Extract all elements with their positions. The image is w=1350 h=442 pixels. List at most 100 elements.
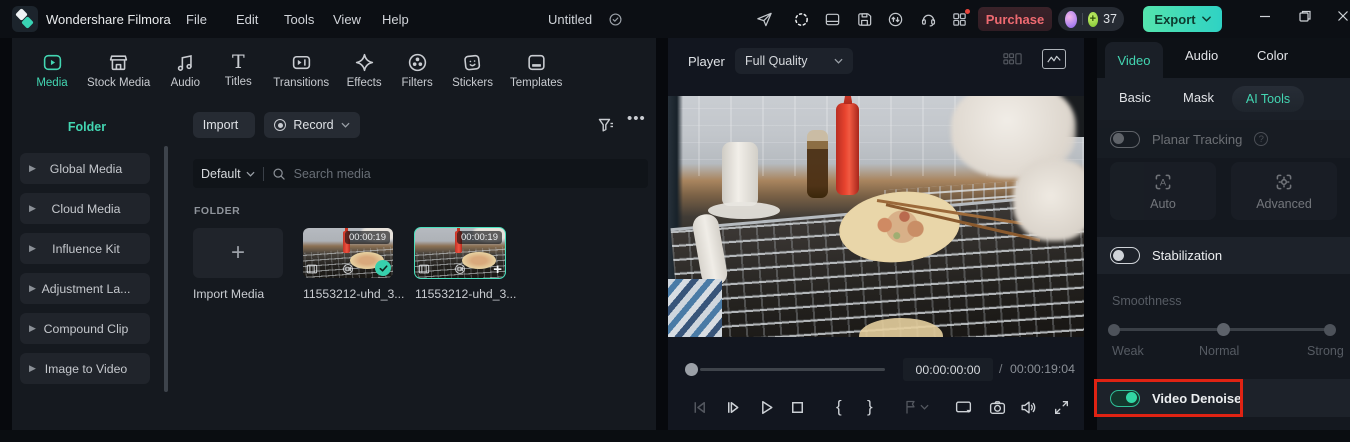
tab-media[interactable]: Media [30,46,74,95]
tab-audio[interactable]: Audio [1185,48,1218,63]
apps-grid-icon[interactable] [951,9,970,28]
export-label: Export [1154,11,1196,27]
mark-out-button[interactable]: } [867,398,873,416]
tab-video[interactable]: Video [1105,42,1163,78]
duration-badge: 00:00:19 [345,231,390,244]
folder-sidebar: Folder ▶ Global Media ▶ Cloud Media ▶ In… [12,108,172,442]
playhead-handle[interactable] [685,363,698,376]
stop-button[interactable] [788,398,807,417]
filmora-app-window: Wondershare Filmora File Edit Tools View… [0,0,1350,442]
tab-effects[interactable]: Effects [342,46,386,95]
sticker-icon [462,52,483,73]
proxy-icon [342,263,354,275]
divider [262,166,264,181]
record-dropdown-button[interactable]: Record [264,112,360,138]
menu-edit[interactable]: Edit [236,12,258,27]
stabilization-toggle[interactable] [1110,247,1140,264]
previous-frame-button [690,398,709,417]
slider-label-normal: Normal [1199,344,1240,358]
multiview-layout-icon[interactable] [1002,51,1023,69]
video-scope-icon[interactable] [1042,49,1066,69]
subtab-ai-tools[interactable]: AI Tools [1232,86,1304,112]
purchase-button[interactable]: Purchase [978,7,1052,31]
current-timecode[interactable]: 00:00:00:00 [903,358,993,381]
tab-stock-media[interactable]: Stock Media [83,46,154,95]
tab-templates[interactable]: Templates [506,46,566,95]
subtab-mask[interactable]: Mask [1183,90,1214,105]
account-pill[interactable]: + 37 [1058,7,1124,31]
minimize-button[interactable] [1258,9,1272,23]
menu-file[interactable]: File [186,12,207,27]
folder-item-global-media[interactable]: ▶ Global Media [20,153,150,184]
subtab-basic[interactable]: Basic [1119,90,1151,105]
mark-in-button[interactable]: { [836,398,842,416]
tab-color[interactable]: Color [1257,48,1288,63]
smoothness-label: Smoothness [1112,294,1182,308]
clip-name: 11553212-uhd_3... [303,287,405,301]
cloud-sync-icon[interactable] [887,11,904,28]
media-clip-thumbnail[interactable]: 00:00:19 [303,228,393,278]
planar-tracking-toggle [1110,130,1140,148]
player-title: Player [688,54,725,69]
quality-dropdown[interactable]: Full Quality [735,48,853,74]
avatar[interactable] [1065,10,1077,28]
play-button[interactable] [757,398,776,417]
notification-dot [965,9,970,14]
folder-item-image-to-video[interactable]: ▶ Image to Video [20,353,150,384]
clip-type-icon [306,263,318,275]
sauce-bottle-brown [807,129,829,198]
menu-tools[interactable]: Tools [284,12,314,27]
properties-tab-strip: Video Audio Color [1097,38,1350,78]
share-icon[interactable] [756,11,773,28]
support-headset-icon[interactable] [920,11,937,28]
media-clip-thumbnail-selected[interactable]: 00:00:19 + [414,227,506,279]
app-brand: Wondershare Filmora [46,12,171,27]
save-icon[interactable] [856,11,873,28]
filter-sort-icon[interactable] [596,115,616,135]
player-module: Player Full Quality 00:00:00:00 / 00:00:… [668,38,1084,430]
video-preview[interactable] [668,96,1084,337]
next-frame-button[interactable] [724,398,743,417]
restore-button[interactable] [1298,9,1312,23]
folder-item-adjustment-layer[interactable]: ▶ Adjustment La... [20,273,150,304]
search-bar: Default [193,159,648,188]
tab-audio[interactable]: Audio [163,46,207,95]
media-module: Media Stock Media Audio T Titles Transit… [12,38,656,442]
add-to-timeline-icon[interactable]: + [493,262,502,278]
advanced-gear-icon [1276,174,1292,190]
close-button[interactable] [1336,9,1350,23]
export-button[interactable]: Export [1143,6,1222,32]
fullscreen-button[interactable] [1052,398,1071,417]
tab-stickers[interactable]: Stickers [448,46,497,95]
filmora-logo-icon [12,6,38,32]
tab-filters[interactable]: Filters [395,46,439,95]
tab-titles[interactable]: T Titles [216,46,260,95]
slider-label-weak: Weak [1112,344,1144,358]
auto-bracket-icon: A [1155,174,1171,190]
more-options-icon[interactable]: ••• [627,110,646,127]
planar-tracking-label: Planar Tracking [1152,131,1243,147]
layout-panel-icon[interactable] [824,11,841,28]
bottom-strip [0,430,1350,442]
proxy-icon [454,263,466,275]
sauce-bottle-red [836,103,860,196]
folder-item-compound-clip[interactable]: ▶ Compound Clip [20,313,150,344]
import-dropdown-button[interactable]: Import [193,112,255,138]
search-input[interactable] [293,166,640,181]
tab-transitions[interactable]: Transitions [269,46,333,95]
display-device-button[interactable] [954,398,973,417]
folder-item-cloud-media[interactable]: ▶ Cloud Media [20,193,150,224]
menu-help[interactable]: Help [382,12,409,27]
timecode-separator: / [999,362,1003,376]
snapshot-camera-button[interactable] [988,398,1007,417]
folder-item-influence-kit[interactable]: ▶ Influence Kit [20,233,150,264]
import-media-tile[interactable]: + [193,228,283,278]
sidebar-scrollbar[interactable] [164,146,168,392]
seek-bar[interactable] [700,368,885,371]
coin-count: 37 [1103,12,1117,26]
volume-button[interactable] [1019,398,1038,417]
template-icon [526,52,547,73]
sort-dropdown[interactable]: Default [201,167,255,181]
menu-view[interactable]: View [333,12,361,27]
advanced-tracking-button: Advanced [1231,162,1337,220]
